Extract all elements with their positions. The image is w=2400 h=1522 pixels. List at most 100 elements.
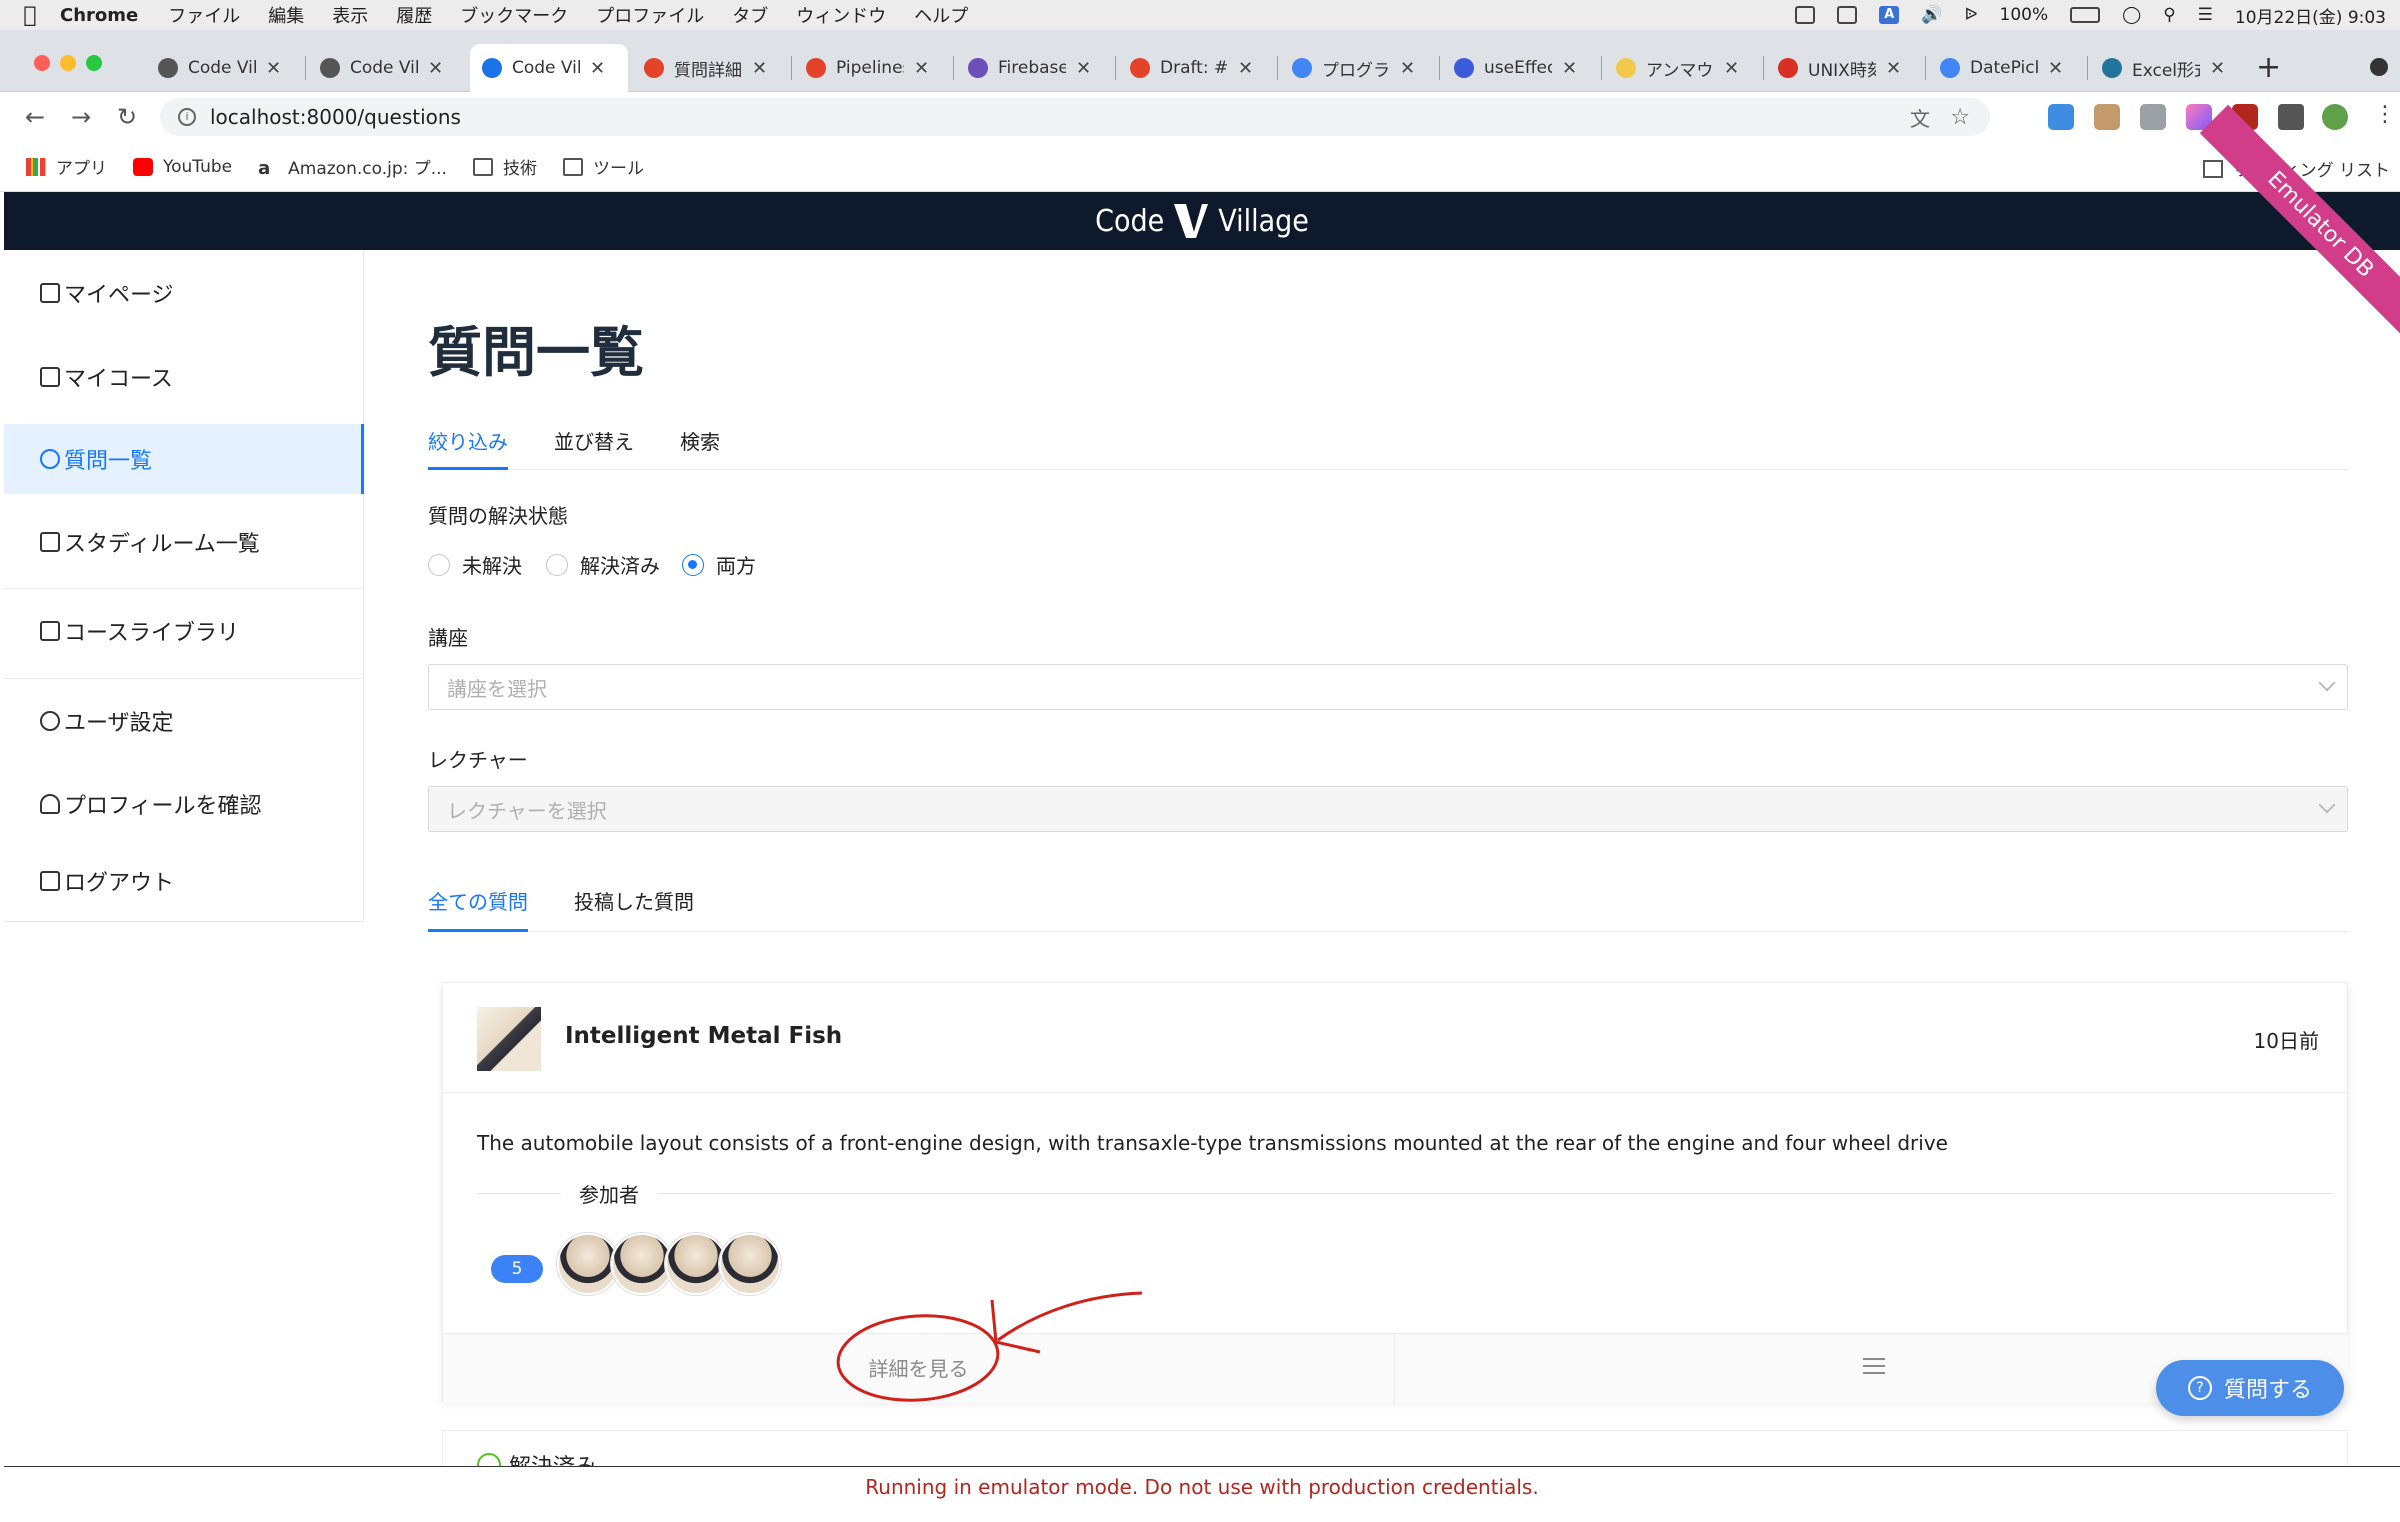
- browser-tab[interactable]: アンマウ ✕: [1604, 44, 1762, 92]
- browser-tab[interactable]: useEffec ✕: [1442, 44, 1600, 92]
- volume-icon[interactable]: 🔊: [1921, 5, 1942, 25]
- bookmark-amazon[interactable]: a Amazon.co.jp: プ...: [258, 154, 447, 180]
- menu-edit[interactable]: 編集: [268, 2, 304, 28]
- sidebar-item-profile[interactable]: プロフィールを確認: [4, 769, 364, 839]
- forward-button[interactable]: →: [58, 103, 104, 131]
- list-icon[interactable]: [1863, 1358, 1885, 1378]
- tab-close-icon[interactable]: ✕: [1076, 58, 1091, 79]
- back-button[interactable]: ←: [12, 103, 58, 131]
- bookmark-folder-tools[interactable]: ツール: [562, 154, 644, 179]
- control-center-icon[interactable]: ☰: [2198, 5, 2213, 25]
- browser-tab[interactable]: Draft: #5 ✕: [1118, 44, 1276, 92]
- bookmark-star-icon[interactable]: ☆: [1950, 105, 1970, 130]
- browser-tab[interactable]: Code Vil ✕: [146, 44, 304, 92]
- translate-icon[interactable]: 文: [1910, 103, 1930, 132]
- address-bar[interactable]: i localhost:8000/questions 文 ☆: [160, 98, 1990, 136]
- tab-close-icon[interactable]: ✕: [1238, 58, 1253, 79]
- tab-search[interactable]: 検索: [680, 426, 720, 455]
- participant-avatar[interactable]: [719, 1233, 781, 1295]
- screen-mirroring-icon[interactable]: ◯: [2122, 5, 2141, 25]
- tab-sort[interactable]: 並び替え: [554, 426, 634, 455]
- site-info-icon[interactable]: i: [178, 108, 196, 126]
- browser-tab[interactable]: UNIX時刻 ✕: [1766, 44, 1924, 92]
- sidebar-item-mypage[interactable]: マイページ: [4, 258, 364, 328]
- apple-icon[interactable]: : [0, 3, 60, 28]
- input-source-icon[interactable]: A: [1879, 6, 1900, 24]
- tab-my-questions[interactable]: 投稿した質問: [574, 886, 694, 915]
- tab-close-icon[interactable]: ✕: [2048, 58, 2063, 79]
- menu-file[interactable]: ファイル: [168, 2, 240, 28]
- participant-avatar[interactable]: [557, 1233, 619, 1295]
- status-app-icon-2[interactable]: [1837, 6, 1858, 24]
- puzzle-extensions-icon[interactable]: [2278, 104, 2304, 130]
- menu-profile[interactable]: プロファイル: [596, 2, 704, 28]
- search-icon[interactable]: ⚲: [2163, 5, 2175, 25]
- author-avatar[interactable]: [477, 1007, 541, 1071]
- bookmark-apps[interactable]: アプリ: [26, 154, 107, 179]
- browser-tab[interactable]: DatePick ✕: [1928, 44, 2086, 92]
- zoom-window-button[interactable]: [86, 55, 102, 71]
- close-window-button[interactable]: [34, 55, 50, 71]
- sidebar-item-studyrooms[interactable]: スタディルーム一覧: [4, 507, 364, 577]
- profile-avatar[interactable]: [2322, 104, 2348, 130]
- tab-filter[interactable]: 絞り込み: [428, 426, 508, 455]
- tab-close-icon[interactable]: ✕: [428, 58, 443, 79]
- tab-close-icon[interactable]: ✕: [1400, 58, 1415, 79]
- sidebar-item-settings[interactable]: ユーザ設定: [4, 686, 364, 756]
- download-extension-icon[interactable]: [2048, 104, 2074, 130]
- status-app-icon[interactable]: [1795, 6, 1816, 24]
- tab-close-icon[interactable]: ✕: [1886, 58, 1901, 79]
- participant-avatar[interactable]: [665, 1233, 727, 1295]
- app-header: Code Village: [4, 192, 2400, 250]
- question-card: Intelligent Metal Fish 10日前 The automobi…: [442, 982, 2349, 1404]
- bookmark-folder-tech[interactable]: 技術: [472, 154, 537, 179]
- tab-close-icon[interactable]: ✕: [266, 58, 281, 79]
- browser-tab[interactable]: Pipelines ✕: [794, 44, 952, 92]
- browser-tab[interactable]: 質問詳細 ✕: [632, 44, 790, 92]
- menu-bookmarks[interactable]: ブックマーク: [460, 2, 568, 28]
- sidebar-item-library[interactable]: コースライブラリ: [4, 596, 364, 666]
- course-select[interactable]: 講座を選択: [428, 664, 2348, 710]
- reload-button[interactable]: ↻: [104, 103, 150, 131]
- url-text[interactable]: localhost:8000/questions: [210, 105, 461, 129]
- menu-tab[interactable]: タブ: [732, 2, 768, 28]
- clock[interactable]: 10月22日(金) 9:03: [2235, 3, 2386, 28]
- tab-close-icon[interactable]: ✕: [1562, 58, 1577, 79]
- menu-view[interactable]: 表示: [332, 2, 368, 28]
- browser-tab[interactable]: Firebase ✕: [956, 44, 1114, 92]
- bookmark-youtube[interactable]: YouTube: [133, 157, 232, 177]
- participant-avatar[interactable]: [611, 1233, 673, 1295]
- bluetooth-icon[interactable]: ᐉ: [1964, 5, 1977, 25]
- menu-window[interactable]: ウィンドウ: [796, 2, 886, 28]
- question-title[interactable]: Intelligent Metal Fish: [565, 1023, 842, 1049]
- tab-close-icon[interactable]: ✕: [914, 58, 929, 79]
- tab-close-icon[interactable]: ✕: [2210, 58, 2225, 79]
- browser-tab[interactable]: プログラ ✕: [1280, 44, 1438, 92]
- camera-extension-icon[interactable]: [2140, 104, 2166, 130]
- battery-icon[interactable]: [2070, 7, 2101, 23]
- sidebar-item-logout[interactable]: ログアウト: [4, 846, 364, 916]
- radio-resolved[interactable]: 解決済み: [546, 550, 660, 579]
- lecture-select[interactable]: レクチャーを選択: [428, 786, 2348, 832]
- tab-all-questions[interactable]: 全ての質問: [428, 886, 528, 915]
- tab-search-icon[interactable]: [2370, 58, 2388, 76]
- tab-close-icon[interactable]: ✕: [1724, 58, 1739, 79]
- browser-tab[interactable]: Code Vil ✕: [470, 44, 628, 92]
- minimize-window-button[interactable]: [60, 55, 76, 71]
- menu-history[interactable]: 履歴: [396, 2, 432, 28]
- menu-help[interactable]: ヘルプ: [914, 2, 968, 28]
- tab-close-icon[interactable]: ✕: [590, 58, 605, 79]
- app-menu[interactable]: Chrome: [60, 5, 138, 26]
- sidebar-item-mycourse[interactable]: マイコース: [4, 342, 364, 412]
- radio-both[interactable]: 両方: [682, 550, 756, 579]
- extension-icon-2[interactable]: [2094, 104, 2120, 130]
- chrome-menu-icon[interactable]: ⋮: [2374, 102, 2396, 127]
- browser-tab[interactable]: Excel形式 ✕: [2090, 44, 2248, 92]
- tab-close-icon[interactable]: ✕: [752, 58, 767, 79]
- browser-tab[interactable]: Code Vil ✕: [308, 44, 466, 92]
- view-details-button[interactable]: 詳細を見る: [443, 1334, 1395, 1404]
- ask-question-button[interactable]: ? 質問する: [2156, 1360, 2344, 1416]
- new-tab-button[interactable]: +: [2256, 50, 2281, 85]
- sidebar-item-questions[interactable]: 質問一覧: [4, 424, 364, 494]
- radio-unresolved[interactable]: 未解決: [428, 550, 522, 579]
